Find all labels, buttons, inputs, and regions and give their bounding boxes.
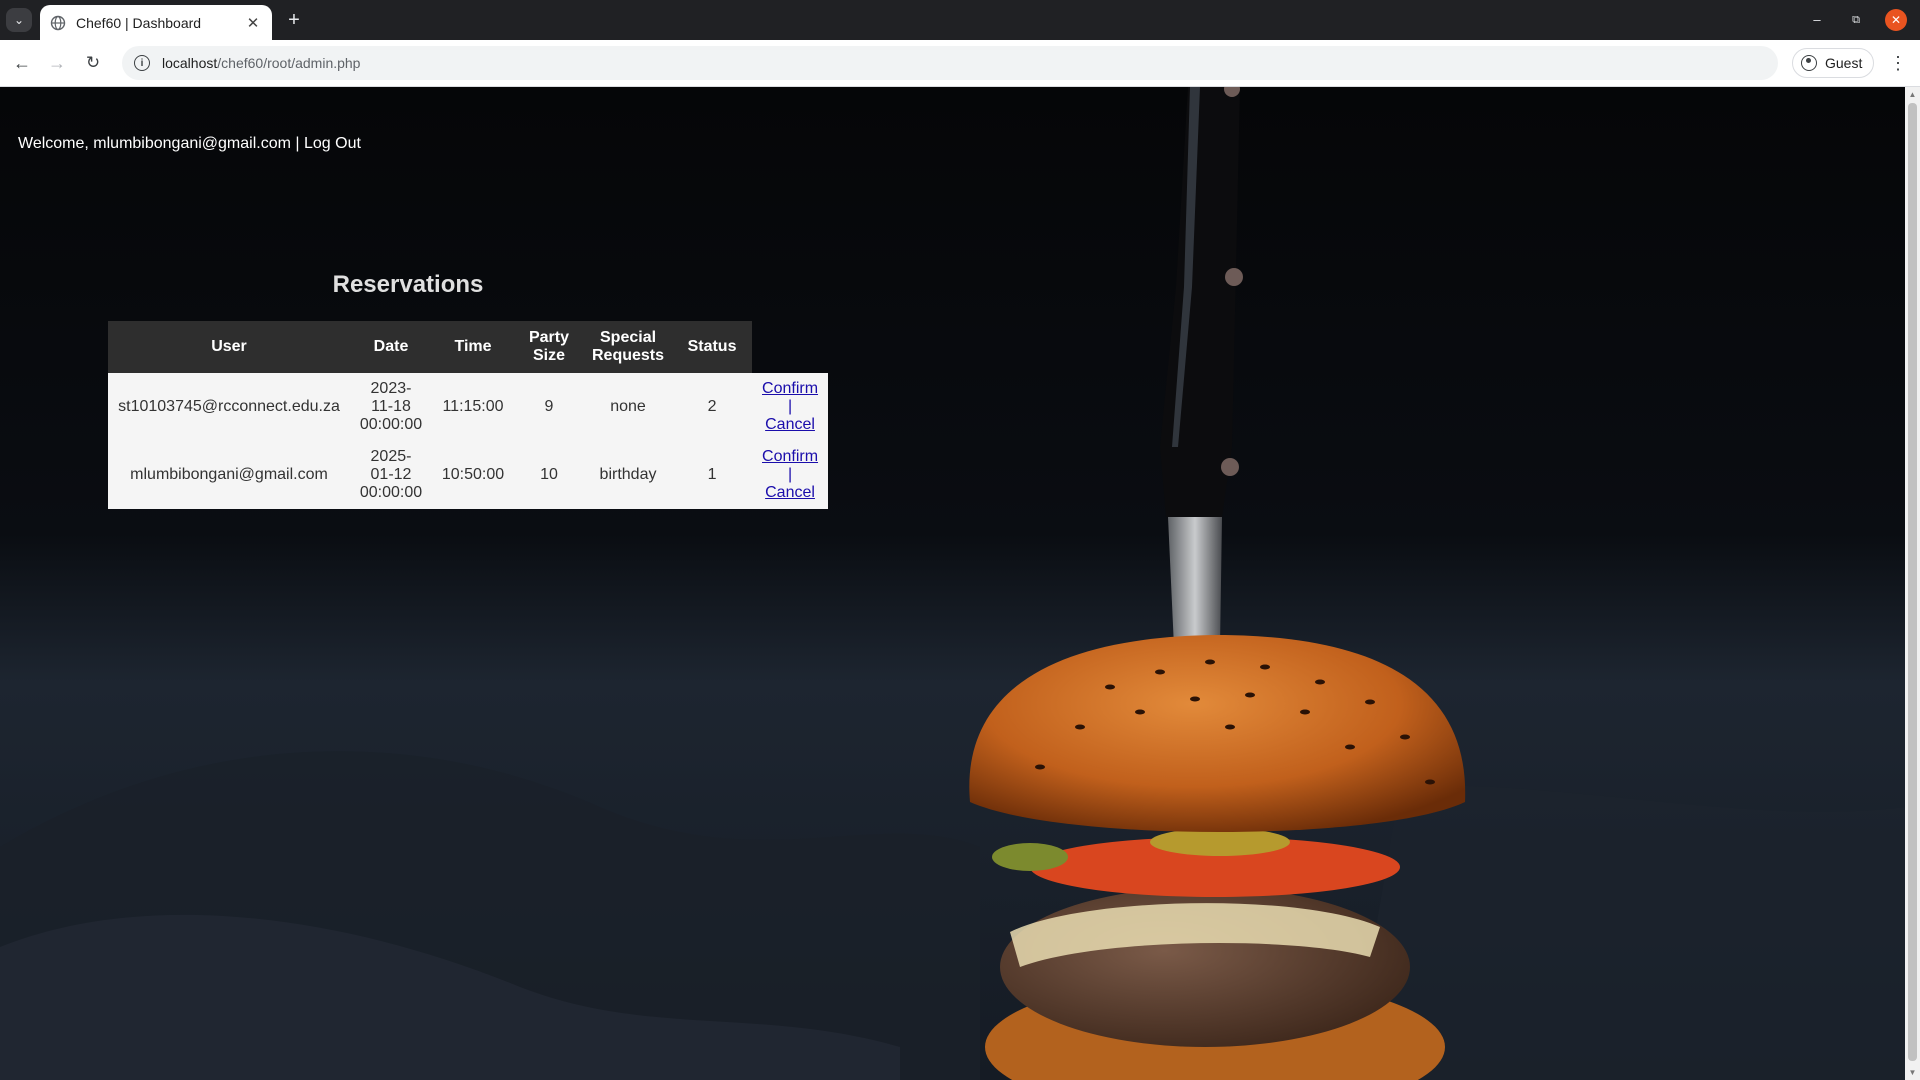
cell-party-size: 9 xyxy=(514,373,584,441)
cell-special-requests: birthday xyxy=(584,441,673,509)
tab-title: Chef60 | Dashboard xyxy=(76,14,202,31)
restore-icon[interactable]: ⧉ xyxy=(1843,8,1869,32)
reload-icon[interactable]: ↻ xyxy=(81,51,105,75)
profile-icon xyxy=(1801,55,1817,71)
profile-label: Guest xyxy=(1825,55,1863,71)
column-header-user: User xyxy=(108,321,350,373)
column-header-status: Status xyxy=(672,321,753,373)
cell-actions: Confirm | Cancel xyxy=(752,373,829,441)
confirm-link[interactable]: Confirm xyxy=(762,380,818,397)
window-close-icon[interactable]: ✕ xyxy=(1885,9,1907,31)
welcome-separator: | xyxy=(290,135,304,152)
tab-close-icon[interactable]: ✕ xyxy=(244,14,262,32)
vertical-scrollbar[interactable]: ▲ ▼ xyxy=(1905,87,1920,1080)
table-row: mlumbibongani@gmail.com 2025- 01-12 00:00:… xyxy=(108,441,829,509)
cell-time: 11:15:00 xyxy=(432,373,514,441)
confirm-link[interactable]: Confirm xyxy=(762,448,818,465)
globe-icon xyxy=(50,15,66,30)
cell-date: 2023- 11-18 00:00:00 xyxy=(350,373,432,441)
column-header-party-size: Party Size xyxy=(514,321,584,373)
page-title: Reservations xyxy=(332,271,484,298)
action-separator: | xyxy=(787,398,793,415)
page-viewport: Welcome, mlumbibongani@gmail.com | Log O… xyxy=(0,87,1905,1080)
forward-arrow-icon[interactable]: → xyxy=(45,51,69,75)
url-host: localhost xyxy=(162,55,218,71)
minimize-icon[interactable]: – xyxy=(1804,8,1830,32)
cell-date: 2025- 01-12 00:00:00 xyxy=(350,441,432,509)
scroll-up-icon[interactable]: ▲ xyxy=(1908,90,1917,99)
user-email: mlumbibongani@gmail.com xyxy=(93,135,291,152)
reservations-table: User Date Time Party Size Special Requests… xyxy=(108,321,829,509)
cell-time: 10:50:00 xyxy=(432,441,514,509)
burger-background-image xyxy=(0,87,1905,1080)
cancel-link[interactable]: Cancel xyxy=(765,416,815,433)
chevron-down-icon: ⌄ xyxy=(13,13,25,27)
new-tab-button[interactable]: + xyxy=(282,8,306,32)
logout-link[interactable]: Log Out xyxy=(304,135,361,152)
scrollbar-thumb[interactable] xyxy=(1908,103,1917,1061)
cell-party-size: 10 xyxy=(514,441,584,509)
menu-icon[interactable]: ⋮ xyxy=(1888,51,1908,75)
profile-button[interactable]: Guest xyxy=(1792,48,1874,78)
browser-tab[interactable]: Chef60 | Dashboard ✕ xyxy=(40,5,272,40)
url-path: /chef60/root/admin.php xyxy=(217,55,361,71)
welcome-prefix: Welcome, xyxy=(18,135,94,152)
back-arrow-icon[interactable]: ← xyxy=(10,51,34,75)
cell-user: mlumbibongani@gmail.com xyxy=(108,441,350,509)
cell-status: 2 xyxy=(672,373,753,441)
cell-actions: Confirm | Cancel xyxy=(752,441,829,509)
table-header-row: User Date Time Party Size Special Requests… xyxy=(108,321,828,373)
action-separator: | xyxy=(787,466,793,483)
welcome-bar: Welcome, mlumbibongani@gmail.com | Log O… xyxy=(18,135,361,153)
table-row: st10103745@rcconnect.edu.za 2023- 11-18 00… xyxy=(108,373,829,441)
column-header-time: Time xyxy=(432,321,514,373)
cancel-link[interactable]: Cancel xyxy=(765,484,815,501)
column-header-actions xyxy=(752,321,828,373)
cell-user: st10103745@rcconnect.edu.za xyxy=(108,373,350,441)
scroll-down-icon[interactable]: ▼ xyxy=(1908,1068,1917,1077)
column-header-special-requests: Special Requests xyxy=(584,321,673,373)
address-bar[interactable]: i localhost /chef60/root/admin.php xyxy=(122,46,1778,80)
cell-special-requests: none xyxy=(584,373,673,441)
cell-status: 1 xyxy=(672,441,753,509)
browser-tab-strip: ⌄ Chef60 | Dashboard ✕ + – ⧉ ✕ xyxy=(0,0,1920,40)
site-info-icon[interactable]: i xyxy=(134,55,150,71)
browser-toolbar: ← → ↻ i localhost /chef60/root/admin.php… xyxy=(0,40,1920,87)
tab-search-button[interactable]: ⌄ xyxy=(6,8,32,32)
column-header-date: Date xyxy=(350,321,432,373)
